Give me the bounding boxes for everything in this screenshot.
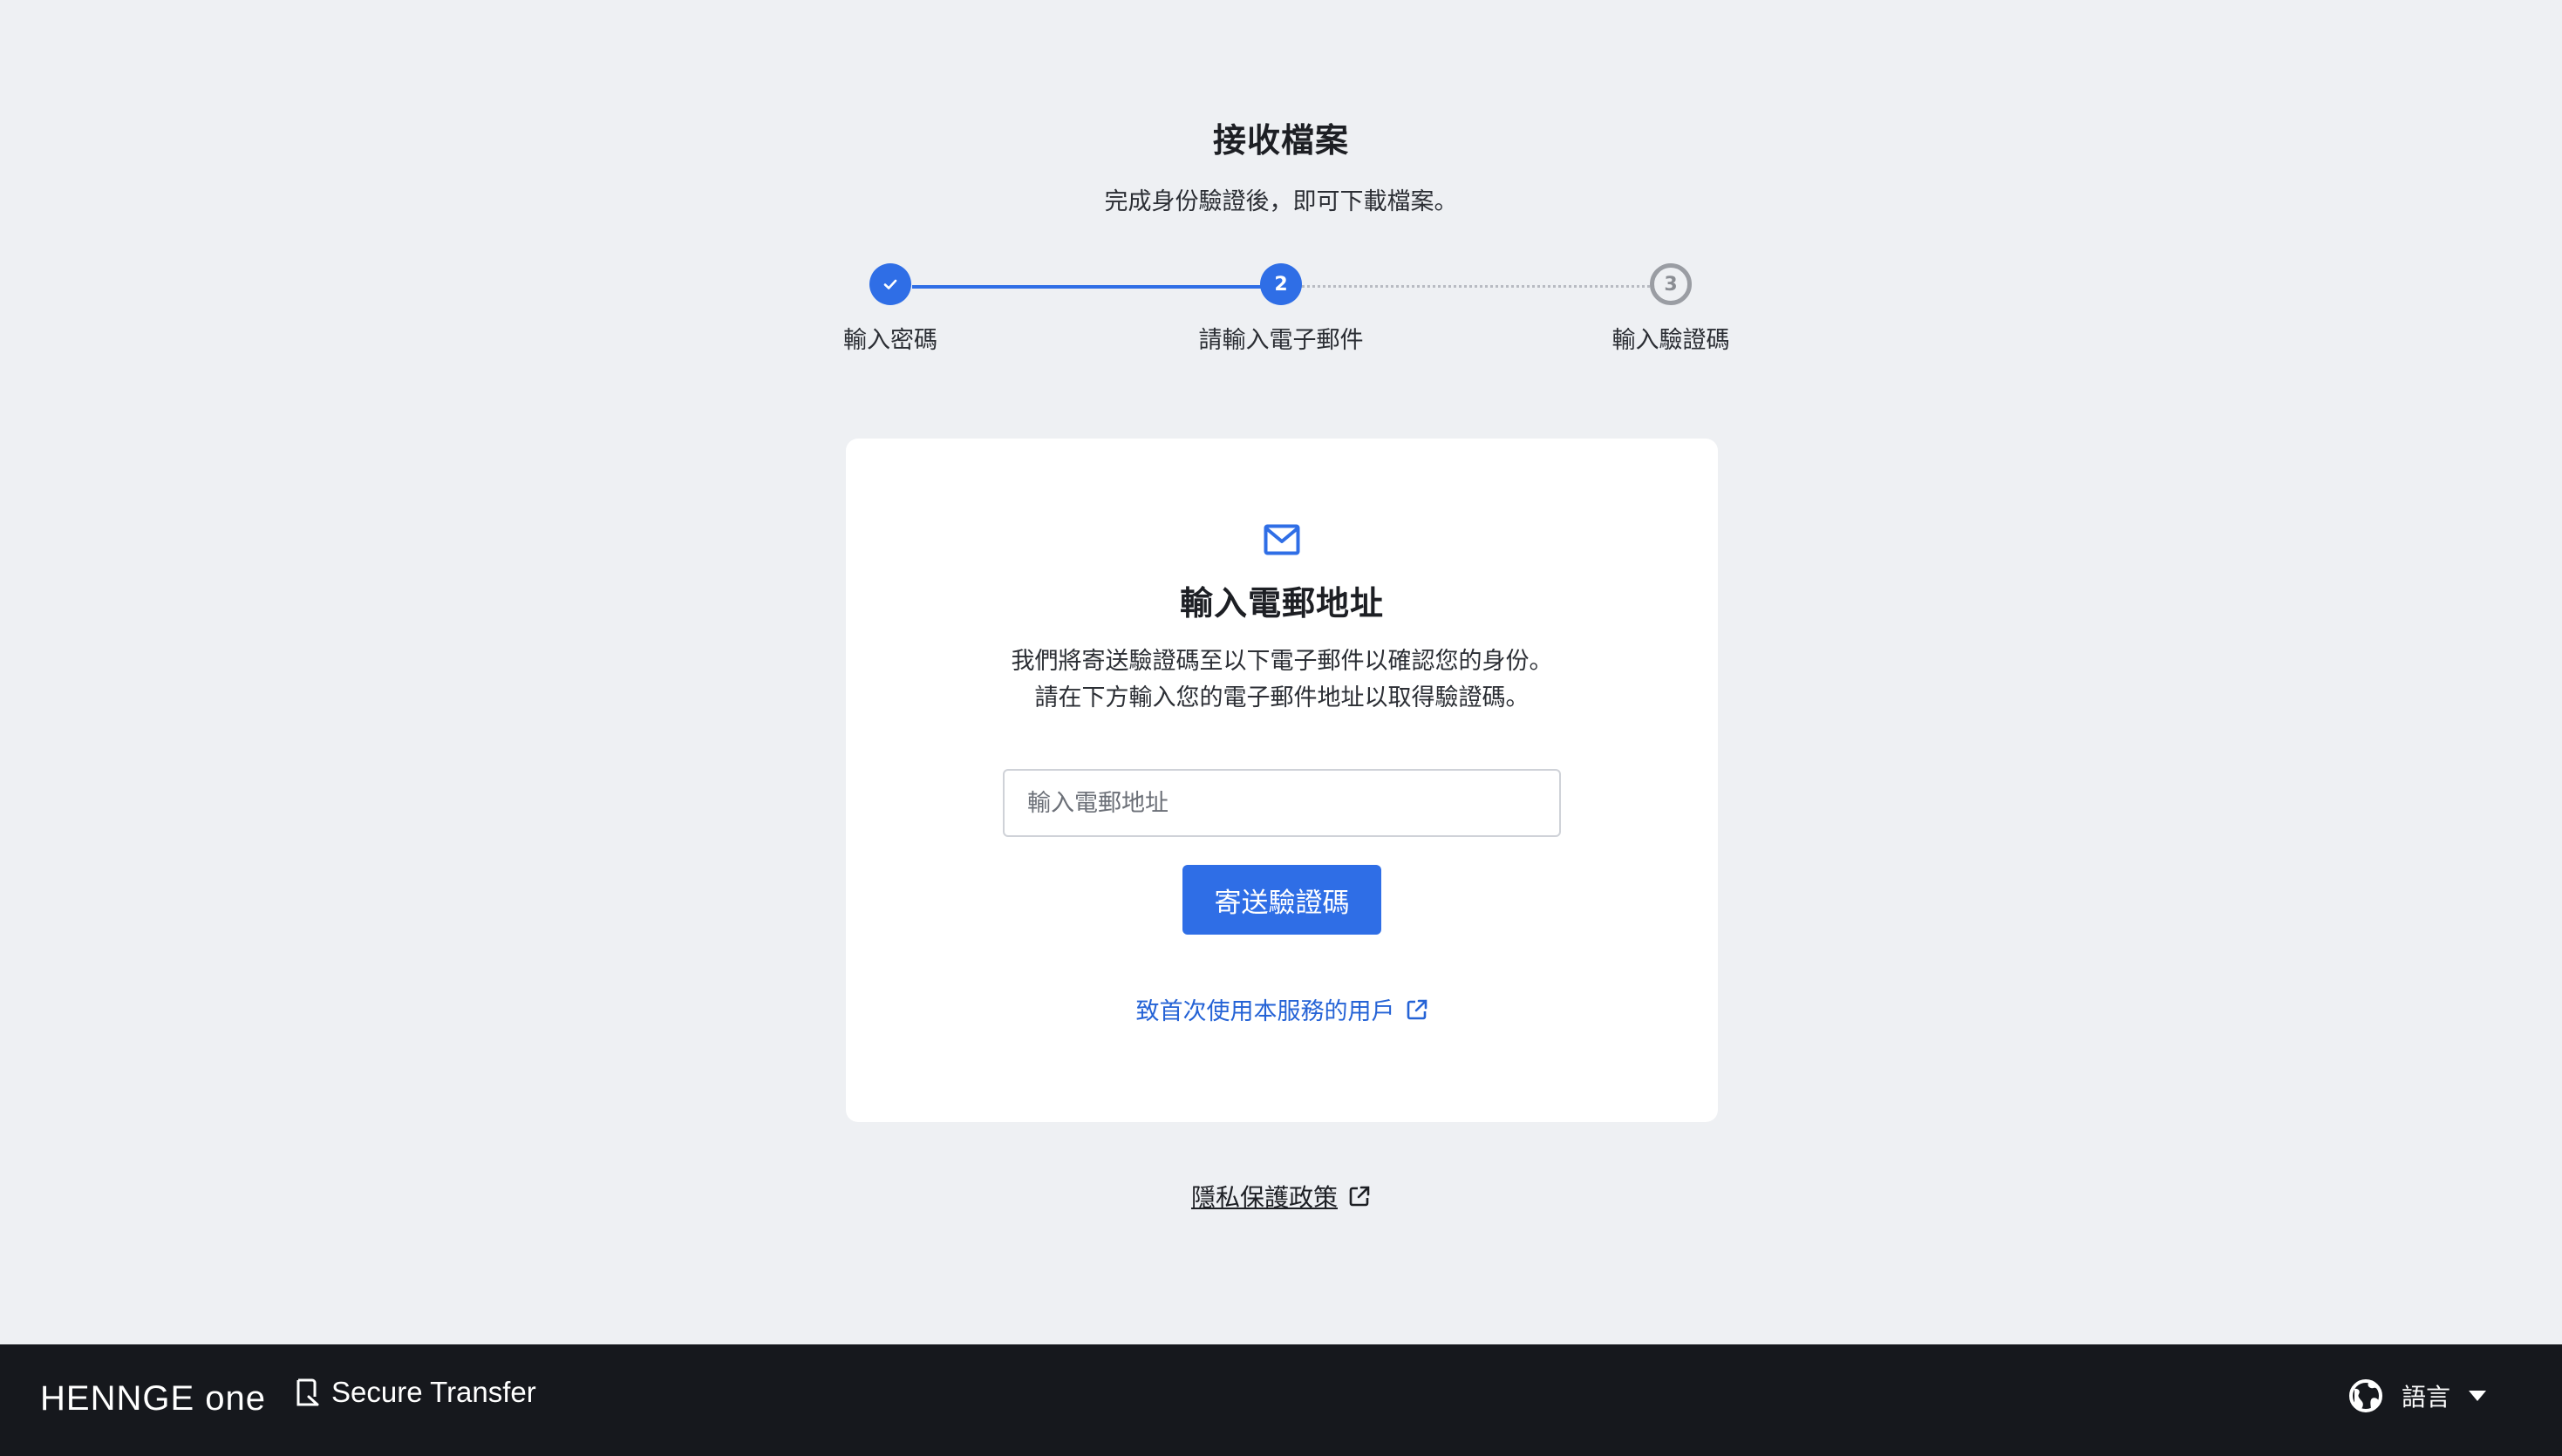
external-link-icon	[1349, 1186, 1370, 1207]
caret-down-icon	[2469, 1391, 2486, 1401]
product-name-label: Secure Transfer	[331, 1376, 536, 1408]
page-title: 接收檔案	[1212, 121, 1349, 160]
step-number: 3	[1650, 263, 1692, 305]
description-line: 請在下方輸入您的電子郵件地址以取得驗證碼。	[1034, 684, 1530, 711]
step-number: 2	[1260, 263, 1302, 305]
step-email: 2 請輸入電子郵件	[1150, 263, 1412, 355]
language-label: 語言	[2401, 1383, 2450, 1412]
mail-icon	[1264, 524, 1300, 559]
send-code-button[interactable]: 寄送驗證碼	[1182, 865, 1381, 935]
page-header: 接收檔案 完成身份驗證後，即可下載檔案。	[0, 113, 2562, 216]
privacy-section: 隱私保護政策	[0, 1179, 2562, 1214]
page-subtitle: 完成身份驗證後，即可下載檔案。	[1104, 188, 1458, 215]
step-label: 輸入驗證碼	[1611, 327, 1730, 354]
email-card: 輸入電郵地址 我們將寄送驗證碼至以下電子郵件以確認您的身份。 請在下方輸入您的電…	[846, 439, 1718, 1122]
privacy-policy-link[interactable]: 隱私保護政策	[1191, 1179, 1371, 1214]
first-time-user-link[interactable]: 致首次使用本服務的用戶	[1136, 992, 1428, 1026]
card-description: 我們將寄送驗證碼至以下電子郵件以確認您的身份。 請在下方輸入您的電子郵件地址以取…	[846, 643, 1718, 717]
email-input[interactable]	[1003, 769, 1561, 837]
external-link-icon	[1407, 999, 1427, 1019]
henngeone-logo: HENNGE one	[40, 1379, 266, 1418]
step-label: 請輸入電子郵件	[1198, 327, 1364, 354]
globe-icon	[2348, 1379, 2382, 1412]
first-time-link-label: 致首次使用本服務的用戶	[1135, 998, 1395, 1025]
language-selector[interactable]: 語言	[2347, 1378, 2487, 1414]
step-password: 輸入密碼	[760, 263, 1021, 355]
privacy-link-label: 隱私保護政策	[1190, 1183, 1338, 1212]
card-title: 輸入電郵地址	[1179, 584, 1384, 623]
description-line: 我們將寄送驗證碼至以下電子郵件以確認您的身份。	[1011, 648, 1553, 675]
check-icon	[883, 279, 897, 289]
step-complete-icon	[869, 263, 911, 305]
progress-stepper: 輸入密碼 2 請輸入電子郵件 3 輸入驗證碼	[0, 263, 2562, 359]
step-label: 輸入密碼	[843, 327, 937, 354]
product-name: Secure Transfer	[295, 1376, 536, 1409]
secure-transfer-icon	[296, 1378, 319, 1406]
footer-bar: HENNGE one Secure Transfer 語言	[0, 1344, 2562, 1456]
step-verification-code: 3 輸入驗證碼	[1540, 263, 1802, 355]
